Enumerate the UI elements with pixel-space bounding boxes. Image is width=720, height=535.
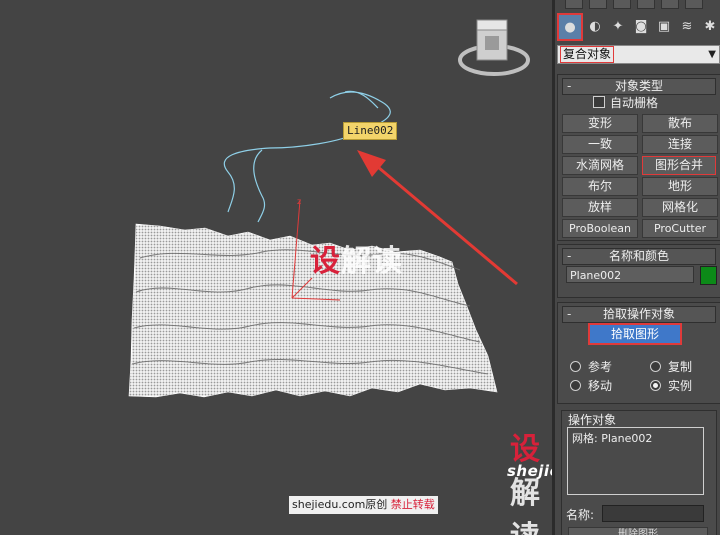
btn-terrain[interactable]: 地形 (642, 177, 718, 196)
radio-instance-label: 实例 (668, 379, 693, 393)
command-panel: ● ◐ ✦ ◙ ▣ ≋ ✱ 复合对象 ▼ - 对象类型 自动栅格 变形 散布 一致… (555, 0, 720, 535)
watermark-url: shejiedu.com (507, 462, 552, 480)
btn-procutter[interactable]: ProCutter (642, 219, 718, 238)
operand-name-label: 名称: (566, 508, 595, 522)
btn-loft[interactable]: 放样 (562, 198, 638, 217)
watermark-center: 设解读 (310, 244, 403, 279)
autogrid-checkbox[interactable] (593, 96, 605, 108)
geometry-icon[interactable]: ● (557, 13, 583, 41)
object-color-swatch[interactable] (700, 266, 717, 285)
radio-instance[interactable] (650, 380, 661, 391)
btn-conform[interactable]: 一致 (562, 135, 638, 154)
rollout-pick-operand: - 拾取操作对象 拾取图形 参考 复制 移动 实例 (557, 302, 720, 404)
btn-proboolean[interactable]: ProBoolean (562, 219, 638, 238)
btn-blobmesh[interactable]: 水滴网格 (562, 156, 638, 175)
object-name-field[interactable]: Plane002 (566, 266, 694, 283)
btn-scatter[interactable]: 散布 (642, 114, 718, 133)
cameras-icon[interactable]: ◙ (631, 16, 651, 36)
tab-utilities[interactable] (685, 0, 703, 9)
rollout-name-color-header[interactable]: - 名称和颜色 (562, 248, 716, 265)
pick-shape-button[interactable]: 拾取图形 (588, 323, 682, 345)
operand-name-input[interactable] (602, 505, 704, 522)
rollout-object-type: - 对象类型 自动栅格 变形 散布 一致 连接 水滴网格 图形合并 布尔 地形 放… (557, 74, 720, 241)
create-category-row: ● ◐ ✦ ◙ ▣ ≋ ✱ (555, 12, 720, 42)
radio-copy-label: 复制 (668, 360, 693, 374)
radio-move[interactable] (570, 380, 581, 391)
tab-modify[interactable] (589, 0, 607, 9)
credit-label: shejiedu.com原创 禁止转载 (289, 496, 438, 514)
tab-hierarchy[interactable] (613, 0, 631, 9)
radio-reference-label: 参考 (588, 360, 613, 374)
tab-create[interactable] (565, 0, 583, 9)
systems-icon[interactable]: ✱ (700, 16, 720, 36)
object-name-tag: Line002 (343, 122, 398, 140)
helpers-icon[interactable]: ▣ (654, 16, 674, 36)
chevron-down-icon: ▼ (708, 49, 716, 60)
operands-group: 操作对象 网格: Plane002 名称: 删除图形 (561, 410, 717, 535)
operands-list[interactable]: 网格: Plane002 (567, 427, 704, 495)
radio-copy[interactable] (650, 361, 661, 372)
btn-boolean[interactable]: 布尔 (562, 177, 638, 196)
btn-connect[interactable]: 连接 (642, 135, 718, 154)
rollout-name-color: - 名称和颜色 Plane002 (557, 244, 720, 298)
rollout-object-type-header[interactable]: - 对象类型 (562, 78, 716, 95)
tab-display[interactable] (661, 0, 679, 9)
operands-title: 操作对象 (568, 413, 617, 427)
list-item[interactable]: 网格: Plane002 (572, 430, 699, 446)
autogrid-label: 自动栅格 (610, 96, 659, 110)
viewcube-icon[interactable] (455, 14, 533, 82)
delete-shape-button[interactable]: 删除图形 (568, 527, 708, 535)
btn-shapemerge[interactable]: 图形合并 (642, 156, 716, 175)
perspective-viewport[interactable]: z Line002 设解读 设解读 shejiedu.com shejiedu.… (0, 0, 552, 535)
lights-icon[interactable]: ✦ (608, 16, 628, 36)
spacewarps-icon[interactable]: ≋ (677, 16, 697, 36)
btn-morph[interactable]: 变形 (562, 114, 638, 133)
radio-reference[interactable] (570, 361, 581, 372)
shapes-icon[interactable]: ◐ (585, 16, 605, 36)
radio-move-label: 移动 (588, 379, 613, 393)
gizmo-z-label: z (297, 197, 301, 206)
rollout-pick-operand-header[interactable]: - 拾取操作对象 (562, 306, 716, 323)
btn-mesher[interactable]: 网格化 (642, 198, 718, 217)
tab-motion[interactable] (637, 0, 655, 9)
category-dropdown[interactable]: 复合对象 ▼ (557, 45, 720, 64)
